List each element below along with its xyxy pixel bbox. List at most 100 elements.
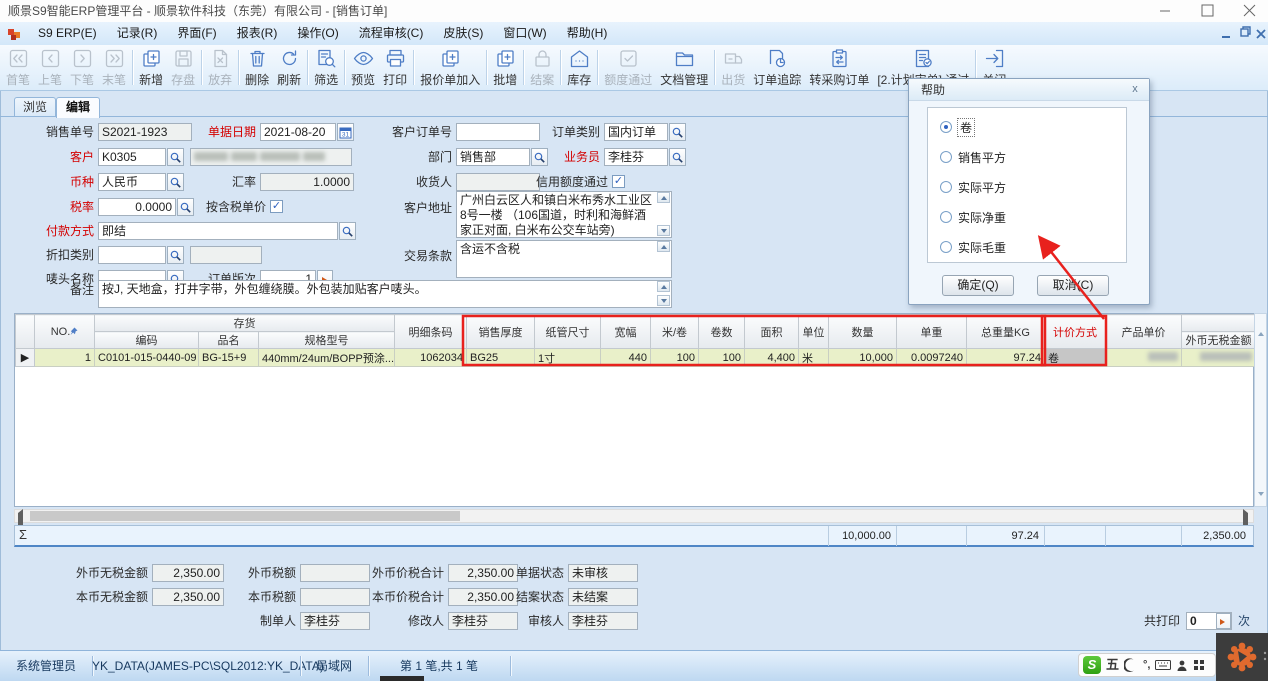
cell-width[interactable]: 440 [601,349,651,367]
cell-rolls[interactable]: 100 [699,349,745,367]
cell-unit-weight[interactable]: 0.0097240 [897,349,967,367]
menu-skin[interactable]: 皮肤(S) [433,22,493,45]
toolbar-add[interactable]: 新增 [135,46,167,89]
discount-field[interactable] [98,246,166,264]
toolbar-to-purchase-order[interactable]: 转采购订单 [805,46,873,89]
tax-lookup-icon[interactable] [177,198,194,216]
addr-scroll-down-icon[interactable] [657,225,670,236]
cust-po-field[interactable] [456,123,540,141]
dept-field[interactable]: 销售部 [456,148,530,166]
h-scroll-thumb[interactable] [30,511,460,521]
radio-option-roll[interactable]: 卷 [940,120,974,134]
print-count-spinner-icon[interactable] [1216,613,1231,629]
col-width[interactable]: 宽幅 [601,315,651,349]
toolbar-inventory[interactable]: 库存 [563,46,595,89]
grid-h-scrollbar[interactable] [14,509,1254,523]
cell-barcode[interactable]: 1062034 [395,349,467,367]
toolbar-delete[interactable]: 删除 [241,46,273,89]
toolbar-refresh[interactable]: 刷新 [273,46,305,89]
toolbox-icon[interactable] [1193,659,1205,671]
col-unit-weight[interactable]: 单重 [897,315,967,349]
minimize-icon[interactable] [1150,0,1180,22]
menu-operation[interactable]: 操作(O) [287,22,348,45]
terms-textarea[interactable]: 含运不含税 [456,240,672,278]
currency-field[interactable]: 人民币 [98,173,166,191]
scroll-up-icon[interactable] [1258,318,1264,332]
col-spec[interactable]: 规格型号 [259,332,395,349]
toolbar-batch-add[interactable]: 批增 [489,46,521,89]
dialog-close-icon[interactable]: x [1127,82,1143,98]
cell-total-weight[interactable]: 97.24 [967,349,1045,367]
cell-name[interactable]: BG-15+9 [199,349,259,367]
radio-option-actual-gross-weight[interactable]: 实际毛重 [940,240,1006,254]
cell-pricing-mode[interactable]: 卷 [1045,349,1106,367]
cancel-button[interactable]: 取消(C) [1037,275,1109,296]
menu-workflow[interactable]: 流程审核(C) [349,22,434,45]
cell-area[interactable]: 4,400 [745,349,799,367]
customer-code-field[interactable]: K0305 [98,148,166,166]
pay-lookup-icon[interactable] [339,222,356,240]
credit-ok-checkbox[interactable]: ✓ [612,175,625,188]
radio-option-actual-net-weight[interactable]: 实际净重 [940,210,1006,224]
keyboard-icon[interactable] [1155,659,1171,671]
tax-field[interactable]: 0.0000 [98,198,176,216]
cell-unit[interactable]: 米 [799,349,829,367]
cell-code[interactable]: C0101-015-0440-09 [95,349,199,367]
doc-date-field[interactable]: 2021-08-20 [260,123,336,141]
toolbar-add-from-quote[interactable]: 报价单加入 [416,46,484,89]
menu-reports[interactable]: 报表(R) [227,22,288,45]
radio-option-sales-sqm[interactable]: 销售平方 [940,150,1006,164]
toolbar-print[interactable]: 打印 [379,46,411,89]
col-group-inventory[interactable]: 存货 [95,315,395,332]
col-thickness[interactable]: 销售厚度 [467,315,535,349]
calendar-icon[interactable]: 31 [337,123,354,141]
col-no[interactable]: NO. [35,315,95,349]
col-core-size[interactable]: 纸管尺寸 [535,315,601,349]
ime-logo-icon[interactable]: S [1083,656,1101,674]
user-icon[interactable] [1176,659,1188,672]
col-code[interactable]: 编码 [95,332,199,349]
menu-interface[interactable]: 界面(F) [167,22,226,45]
cell-thickness[interactable]: BG25 [467,349,535,367]
col-name[interactable]: 品名 [199,332,259,349]
col-rolls[interactable]: 卷数 [699,315,745,349]
col-total-weight[interactable]: 总重量KG [967,315,1045,349]
order-type-lookup-icon[interactable] [669,123,686,141]
ime-mode-char[interactable]: 五 [1106,654,1119,676]
scroll-down-icon[interactable] [1258,496,1264,510]
ok-button[interactable]: 确定(Q) [942,275,1014,296]
salesman-lookup-icon[interactable] [669,148,686,166]
customer-lookup-icon[interactable] [167,148,184,166]
menu-s9erp[interactable]: S9 ERP(E) [28,22,107,45]
row-selector-cell[interactable]: ▶ [16,349,35,367]
cell-m-per-roll[interactable]: 100 [651,349,699,367]
col-qty[interactable]: 数量 [829,315,897,349]
menu-window[interactable]: 窗口(W) [493,22,556,45]
addr-scroll-up-icon[interactable] [657,192,670,203]
discount-lookup-icon[interactable] [167,246,184,264]
col-pricing-mode[interactable]: 计价方式 [1045,315,1106,349]
col-unit[interactable]: 单位 [799,315,829,349]
remark-textarea[interactable]: 按J, 天地盒，打井字带，外包缠绕膜。外包装加贴客户唛头。 [98,280,672,308]
cell-unit-price-blurred[interactable] [1106,349,1182,367]
screen-record-widget[interactable] [1216,633,1268,681]
maximize-icon[interactable] [1192,0,1222,22]
col-fc-amount[interactable]: 外币无税金额 [1182,332,1256,349]
tab-browse[interactable]: 浏览 [14,97,56,117]
cell-core-size[interactable]: 1寸 [535,349,601,367]
col-unit-price[interactable]: 产品单价 [1106,315,1182,349]
grid-v-scrollbar[interactable] [1254,313,1267,507]
ime-toolbar[interactable]: S 五 °, [1078,653,1216,677]
toolbar-preview[interactable]: 预览 [347,46,379,89]
remark-scroll-up-icon[interactable] [657,281,670,292]
col-barcode[interactable]: 明细条码 [395,315,467,349]
cell-spec[interactable]: 440mm/24um/BOPP预涂... [259,349,395,367]
addr-textarea[interactable]: 广州白云区人和镇白米布秀水工业区8号一楼 （106国道，时利和海鲜酒家正对面, … [456,191,672,238]
tax-incl-checkbox[interactable]: ✓ [270,200,283,213]
tab-edit[interactable]: 编辑 [56,97,100,118]
radio-option-actual-sqm[interactable]: 实际平方 [940,180,1006,194]
toolbar-doc-manage[interactable]: 文档管理 [656,46,712,89]
col-m-per-roll[interactable]: 米/卷 [651,315,699,349]
order-type-field[interactable]: 国内订单 [604,123,668,141]
menu-help[interactable]: 帮助(H) [557,22,618,45]
